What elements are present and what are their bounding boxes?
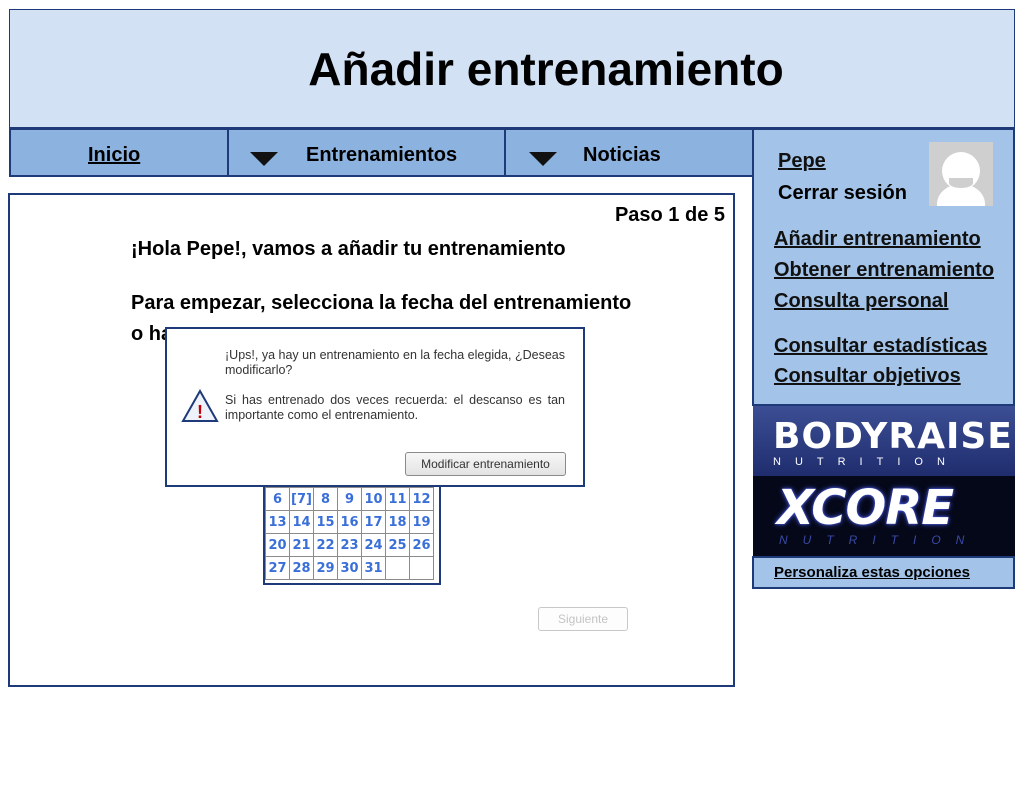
nav-divider xyxy=(504,130,506,175)
sidebar-item-consulta-personal[interactable]: Consulta personal xyxy=(774,290,948,313)
calendar-row: 20 21 22 23 24 25 26 xyxy=(265,533,434,557)
calendar-row: 6 [7] 8 9 10 11 12 xyxy=(265,487,434,511)
calendar-day[interactable]: 27 xyxy=(265,556,290,580)
greeting-text: ¡Hola Pepe!, vamos a añadir tu entrenami… xyxy=(131,238,566,260)
main-nav: Inicio Entrenamientos Noticias xyxy=(9,128,754,177)
sidebar-links-secondary: Consultar estadísticas Consultar objetiv… xyxy=(752,325,1015,406)
calendar-day[interactable]: 23 xyxy=(337,533,362,557)
calendar-day[interactable]: 24 xyxy=(361,533,386,557)
calendar-day[interactable]: 13 xyxy=(265,510,290,534)
nav-inicio[interactable]: Inicio xyxy=(88,130,140,175)
xcore-sub: NUTRITION xyxy=(779,533,980,547)
step-indicator: Paso 1 de 5 xyxy=(614,204,725,226)
nav-noticias[interactable]: Noticias xyxy=(583,130,661,175)
calendar-day[interactable]: [7] xyxy=(289,487,314,511)
next-button[interactable]: Siguiente xyxy=(538,607,628,631)
xcore-banner[interactable]: XCORE NUTRITION xyxy=(753,476,1015,556)
calendar-day[interactable]: 12 xyxy=(409,487,434,511)
calendar-day[interactable]: 19 xyxy=(409,510,434,534)
dialog-message-1: ¡Ups!, ya hay un entrenamiento en la fec… xyxy=(225,348,565,377)
nav-entrenamientos[interactable]: Entrenamientos xyxy=(306,130,457,175)
date-calendar: 6 [7] 8 9 10 11 12 13 14 15 16 17 18 19 20 21 22 23 24 25 26… xyxy=(263,472,441,585)
warning-icon: ! xyxy=(181,388,219,423)
sidebar-customize-panel: Personaliza estas opciones xyxy=(752,556,1015,589)
sidebar-links-primary: Añadir entrenamiento Obtener entrenamien… xyxy=(752,223,1015,327)
calendar-day[interactable]: 26 xyxy=(409,533,434,557)
sidebar-item-objetivos[interactable]: Consultar objetivos xyxy=(774,365,961,388)
calendar-day[interactable]: 9 xyxy=(337,487,362,511)
calendar-day[interactable]: 21 xyxy=(289,533,314,557)
avatar[interactable] xyxy=(929,142,993,206)
chevron-down-icon[interactable] xyxy=(250,152,278,166)
calendar-row: 27 28 29 30 31 xyxy=(265,556,434,580)
customize-link[interactable]: Personaliza estas opciones xyxy=(774,564,970,581)
calendar-day[interactable]: 17 xyxy=(361,510,386,534)
calendar-day[interactable]: 18 xyxy=(385,510,410,534)
bodyraise-sub: NUTRITION xyxy=(773,456,959,468)
chevron-down-icon[interactable] xyxy=(529,152,557,166)
calendar-day[interactable]: 25 xyxy=(385,533,410,557)
calendar-day[interactable]: 28 xyxy=(289,556,314,580)
calendar-grid: 6 [7] 8 9 10 11 12 13 14 15 16 17 18 19 20 21 22 23 24 25 26… xyxy=(265,472,434,580)
calendar-day[interactable]: 31 xyxy=(361,556,386,580)
logout-link[interactable]: Cerrar sesión xyxy=(778,182,907,205)
modify-training-button[interactable]: Modificar entrenamiento xyxy=(405,452,566,476)
sidebar-item-obtener[interactable]: Obtener entrenamiento xyxy=(774,259,994,282)
nav-divider xyxy=(227,130,229,175)
calendar-day[interactable]: 8 xyxy=(313,487,338,511)
page-header: Añadir entrenamiento xyxy=(9,9,1015,128)
calendar-day xyxy=(385,556,410,580)
calendar-day[interactable]: 30 xyxy=(337,556,362,580)
warning-dialog: ! ¡Ups!, ya hay un entrenamiento en la f… xyxy=(165,327,585,487)
instruction-line1: Para empezar, selecciona la fecha del en… xyxy=(131,292,632,314)
dialog-message-2: Si has entrenado dos veces recuerda: el … xyxy=(225,393,565,422)
xcore-logo: XCORE xyxy=(777,480,954,536)
calendar-day[interactable]: 20 xyxy=(265,533,290,557)
sidebar-item-estadisticas[interactable]: Consultar estadísticas xyxy=(774,335,987,358)
calendar-day[interactable]: 16 xyxy=(337,510,362,534)
svg-text:!: ! xyxy=(197,402,203,422)
calendar-day[interactable]: 10 xyxy=(361,487,386,511)
page-title: Añadir entrenamiento xyxy=(308,43,784,95)
bodyraise-logo: BODYRAISE xyxy=(773,416,1013,457)
calendar-day[interactable]: 22 xyxy=(313,533,338,557)
calendar-day[interactable]: 11 xyxy=(385,487,410,511)
calendar-day xyxy=(409,556,434,580)
calendar-row: 13 14 15 16 17 18 19 xyxy=(265,510,434,534)
calendar-day[interactable]: 29 xyxy=(313,556,338,580)
bodyraise-banner[interactable]: BODYRAISE NUTRITION xyxy=(753,406,1015,476)
calendar-day[interactable]: 15 xyxy=(313,510,338,534)
calendar-day[interactable]: 6 xyxy=(265,487,290,511)
user-name-link[interactable]: Pepe xyxy=(778,150,826,173)
calendar-day[interactable]: 14 xyxy=(289,510,314,534)
sidebar-item-anadir[interactable]: Añadir entrenamiento xyxy=(774,228,981,251)
